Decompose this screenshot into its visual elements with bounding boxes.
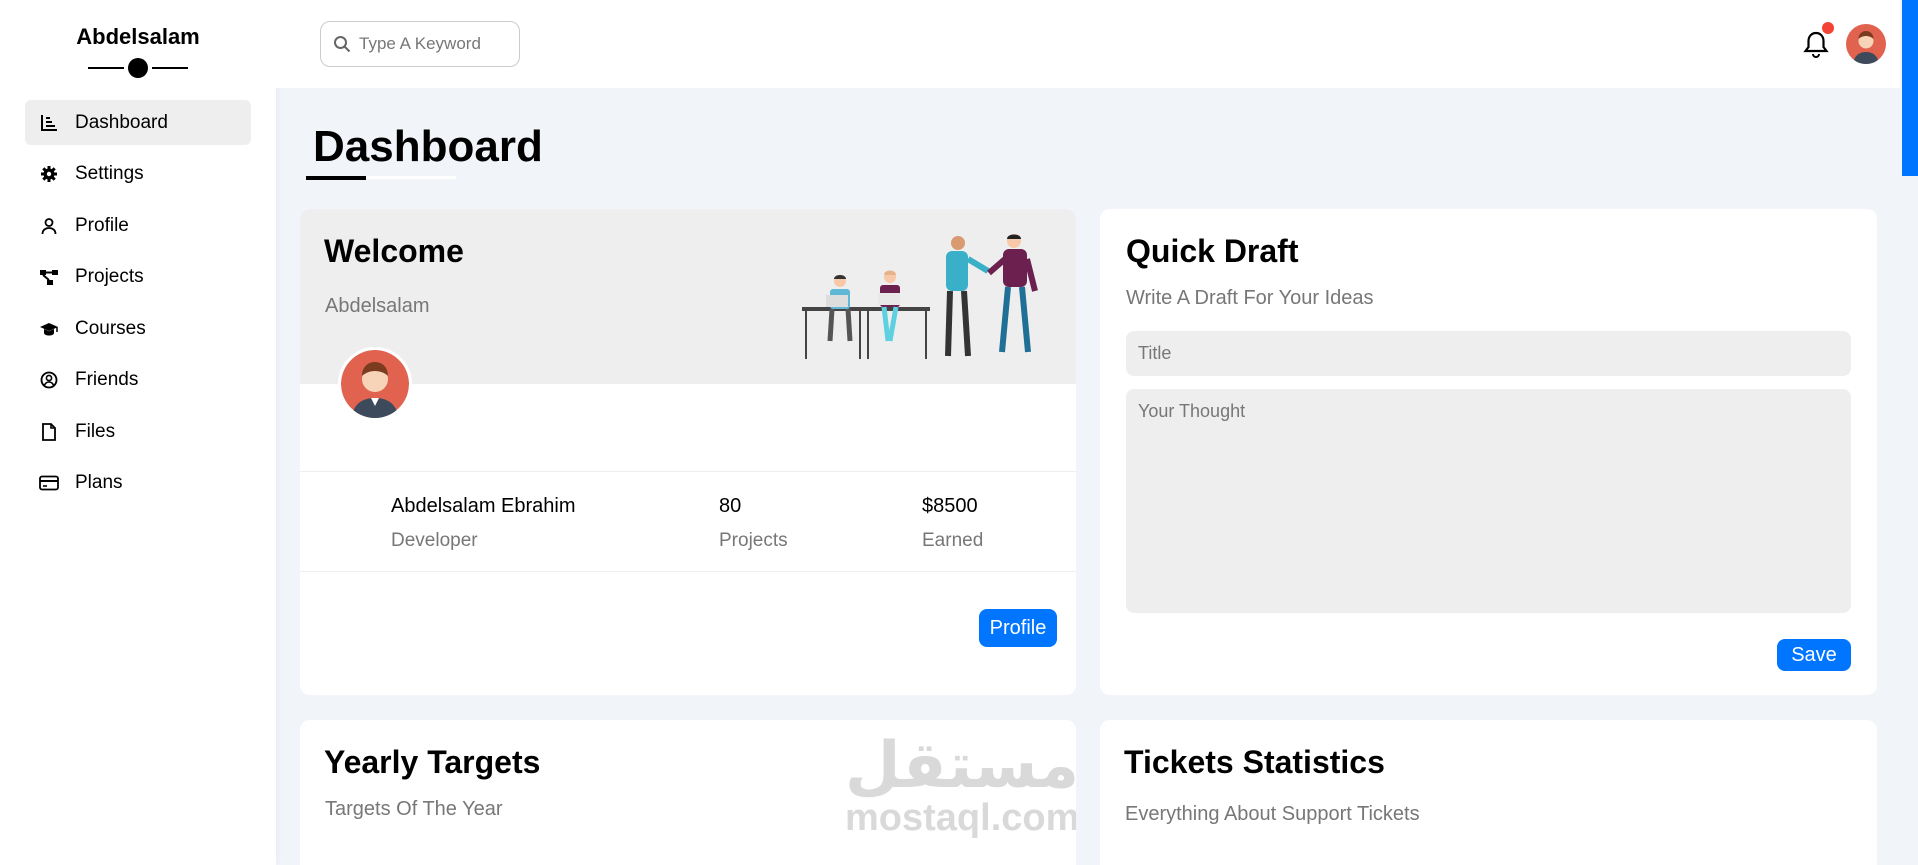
yearly-targets-card: Yearly Targets Targets Of The Year مستقل… — [300, 720, 1076, 865]
welcome-title: Welcome — [324, 233, 464, 269]
sidebar-item-label: Dashboard — [75, 111, 168, 133]
brand-name: Abdelsalam — [76, 24, 200, 49]
sidebar-item-label: Files — [75, 420, 116, 442]
user-icon — [39, 216, 59, 236]
projects-value: 80 — [719, 495, 742, 517]
brand-decoration — [88, 56, 188, 80]
sidebar-item-label: Plans — [75, 472, 123, 493]
earned-label: Earned — [922, 530, 984, 551]
team-illustration — [802, 234, 1038, 359]
welcome-card: Welcome Abdelsalam Abdelsalam Ebrahim De… — [300, 209, 1076, 695]
welcome-avatar — [338, 347, 412, 421]
stat-earned: $8500 Earned — [922, 495, 983, 552]
sidebar-nav: Dashboard Settings Profile Projects Cour… — [0, 100, 276, 506]
sidebar-item-label: Profile — [75, 214, 129, 236]
divider — [300, 471, 1076, 472]
sidebar-item-label: Courses — [75, 317, 146, 339]
sidebar-item-dashboard[interactable]: Dashboard — [25, 100, 251, 145]
user-circle-icon — [39, 370, 59, 390]
profile-button[interactable]: Profile — [979, 609, 1057, 647]
quick-draft-subtitle: Write A Draft For Your Ideas — [1126, 287, 1374, 309]
search-input[interactable]: Type A Keyword — [320, 21, 520, 67]
stat-projects: 80 Projects — [719, 495, 788, 552]
graduation-cap-icon — [39, 319, 59, 339]
top-header: Type A Keyword — [276, 0, 1900, 88]
header-avatar[interactable] — [1846, 24, 1886, 64]
projects-label: Projects — [719, 530, 788, 551]
sidebar: Abdelsalam Dashboard Settings Profile Pr… — [0, 0, 276, 865]
sidebar-item-friends[interactable]: Friends — [25, 358, 251, 403]
project-diagram-icon — [39, 267, 59, 287]
user-role: Developer — [391, 530, 478, 551]
sidebar-item-files[interactable]: Files — [25, 409, 251, 454]
quick-draft-title: Quick Draft — [1126, 233, 1299, 269]
draft-title-input[interactable]: Title — [1126, 331, 1851, 376]
watermark-latin: mostaql.com — [845, 797, 1076, 839]
title-underline-accent — [306, 176, 366, 180]
user-name: Abdelsalam Ebrahim — [391, 495, 576, 517]
gear-icon — [39, 164, 59, 184]
credit-card-icon — [39, 473, 59, 493]
file-icon — [39, 422, 59, 442]
watermark: مستقل mostaql.com — [845, 729, 1076, 839]
yearly-targets-title: Yearly Targets — [324, 744, 541, 780]
watermark-arabic: مستقل — [845, 729, 1076, 801]
earned-value: $8500 — [922, 495, 978, 517]
notification-bell-icon[interactable] — [1803, 30, 1829, 59]
quick-draft-card: Quick Draft Write A Draft For Your Ideas… — [1100, 209, 1877, 695]
search-placeholder: Type A Keyword — [359, 34, 481, 53]
sidebar-item-plans[interactable]: Plans — [25, 461, 251, 506]
save-button[interactable]: Save — [1777, 639, 1851, 671]
sidebar-item-projects[interactable]: Projects — [25, 255, 251, 300]
yearly-targets-subtitle: Targets Of The Year — [325, 798, 503, 820]
welcome-subtitle: Abdelsalam — [325, 295, 430, 317]
scrollbar-thumb[interactable] — [1902, 0, 1918, 176]
notification-badge — [1822, 22, 1834, 34]
tickets-subtitle: Everything About Support Tickets — [1125, 803, 1420, 825]
sidebar-item-label: Settings — [75, 163, 144, 184]
sidebar-item-settings[interactable]: Settings — [25, 152, 251, 197]
tickets-title: Tickets Statistics — [1124, 744, 1385, 780]
page-title: Dashboard — [313, 122, 543, 171]
tickets-statistics-card: Tickets Statistics Everything About Supp… — [1100, 720, 1877, 865]
sidebar-item-profile[interactable]: Profile — [25, 203, 251, 248]
chart-icon — [39, 113, 59, 133]
search-icon — [333, 35, 351, 53]
divider — [300, 571, 1076, 572]
sidebar-item-label: Friends — [75, 369, 139, 390]
draft-thought-textarea[interactable]: Your Thought — [1126, 389, 1851, 613]
sidebar-item-courses[interactable]: Courses — [25, 306, 251, 351]
sidebar-item-label: Projects — [75, 266, 144, 287]
stat-name: Abdelsalam Ebrahim Developer — [391, 495, 576, 552]
